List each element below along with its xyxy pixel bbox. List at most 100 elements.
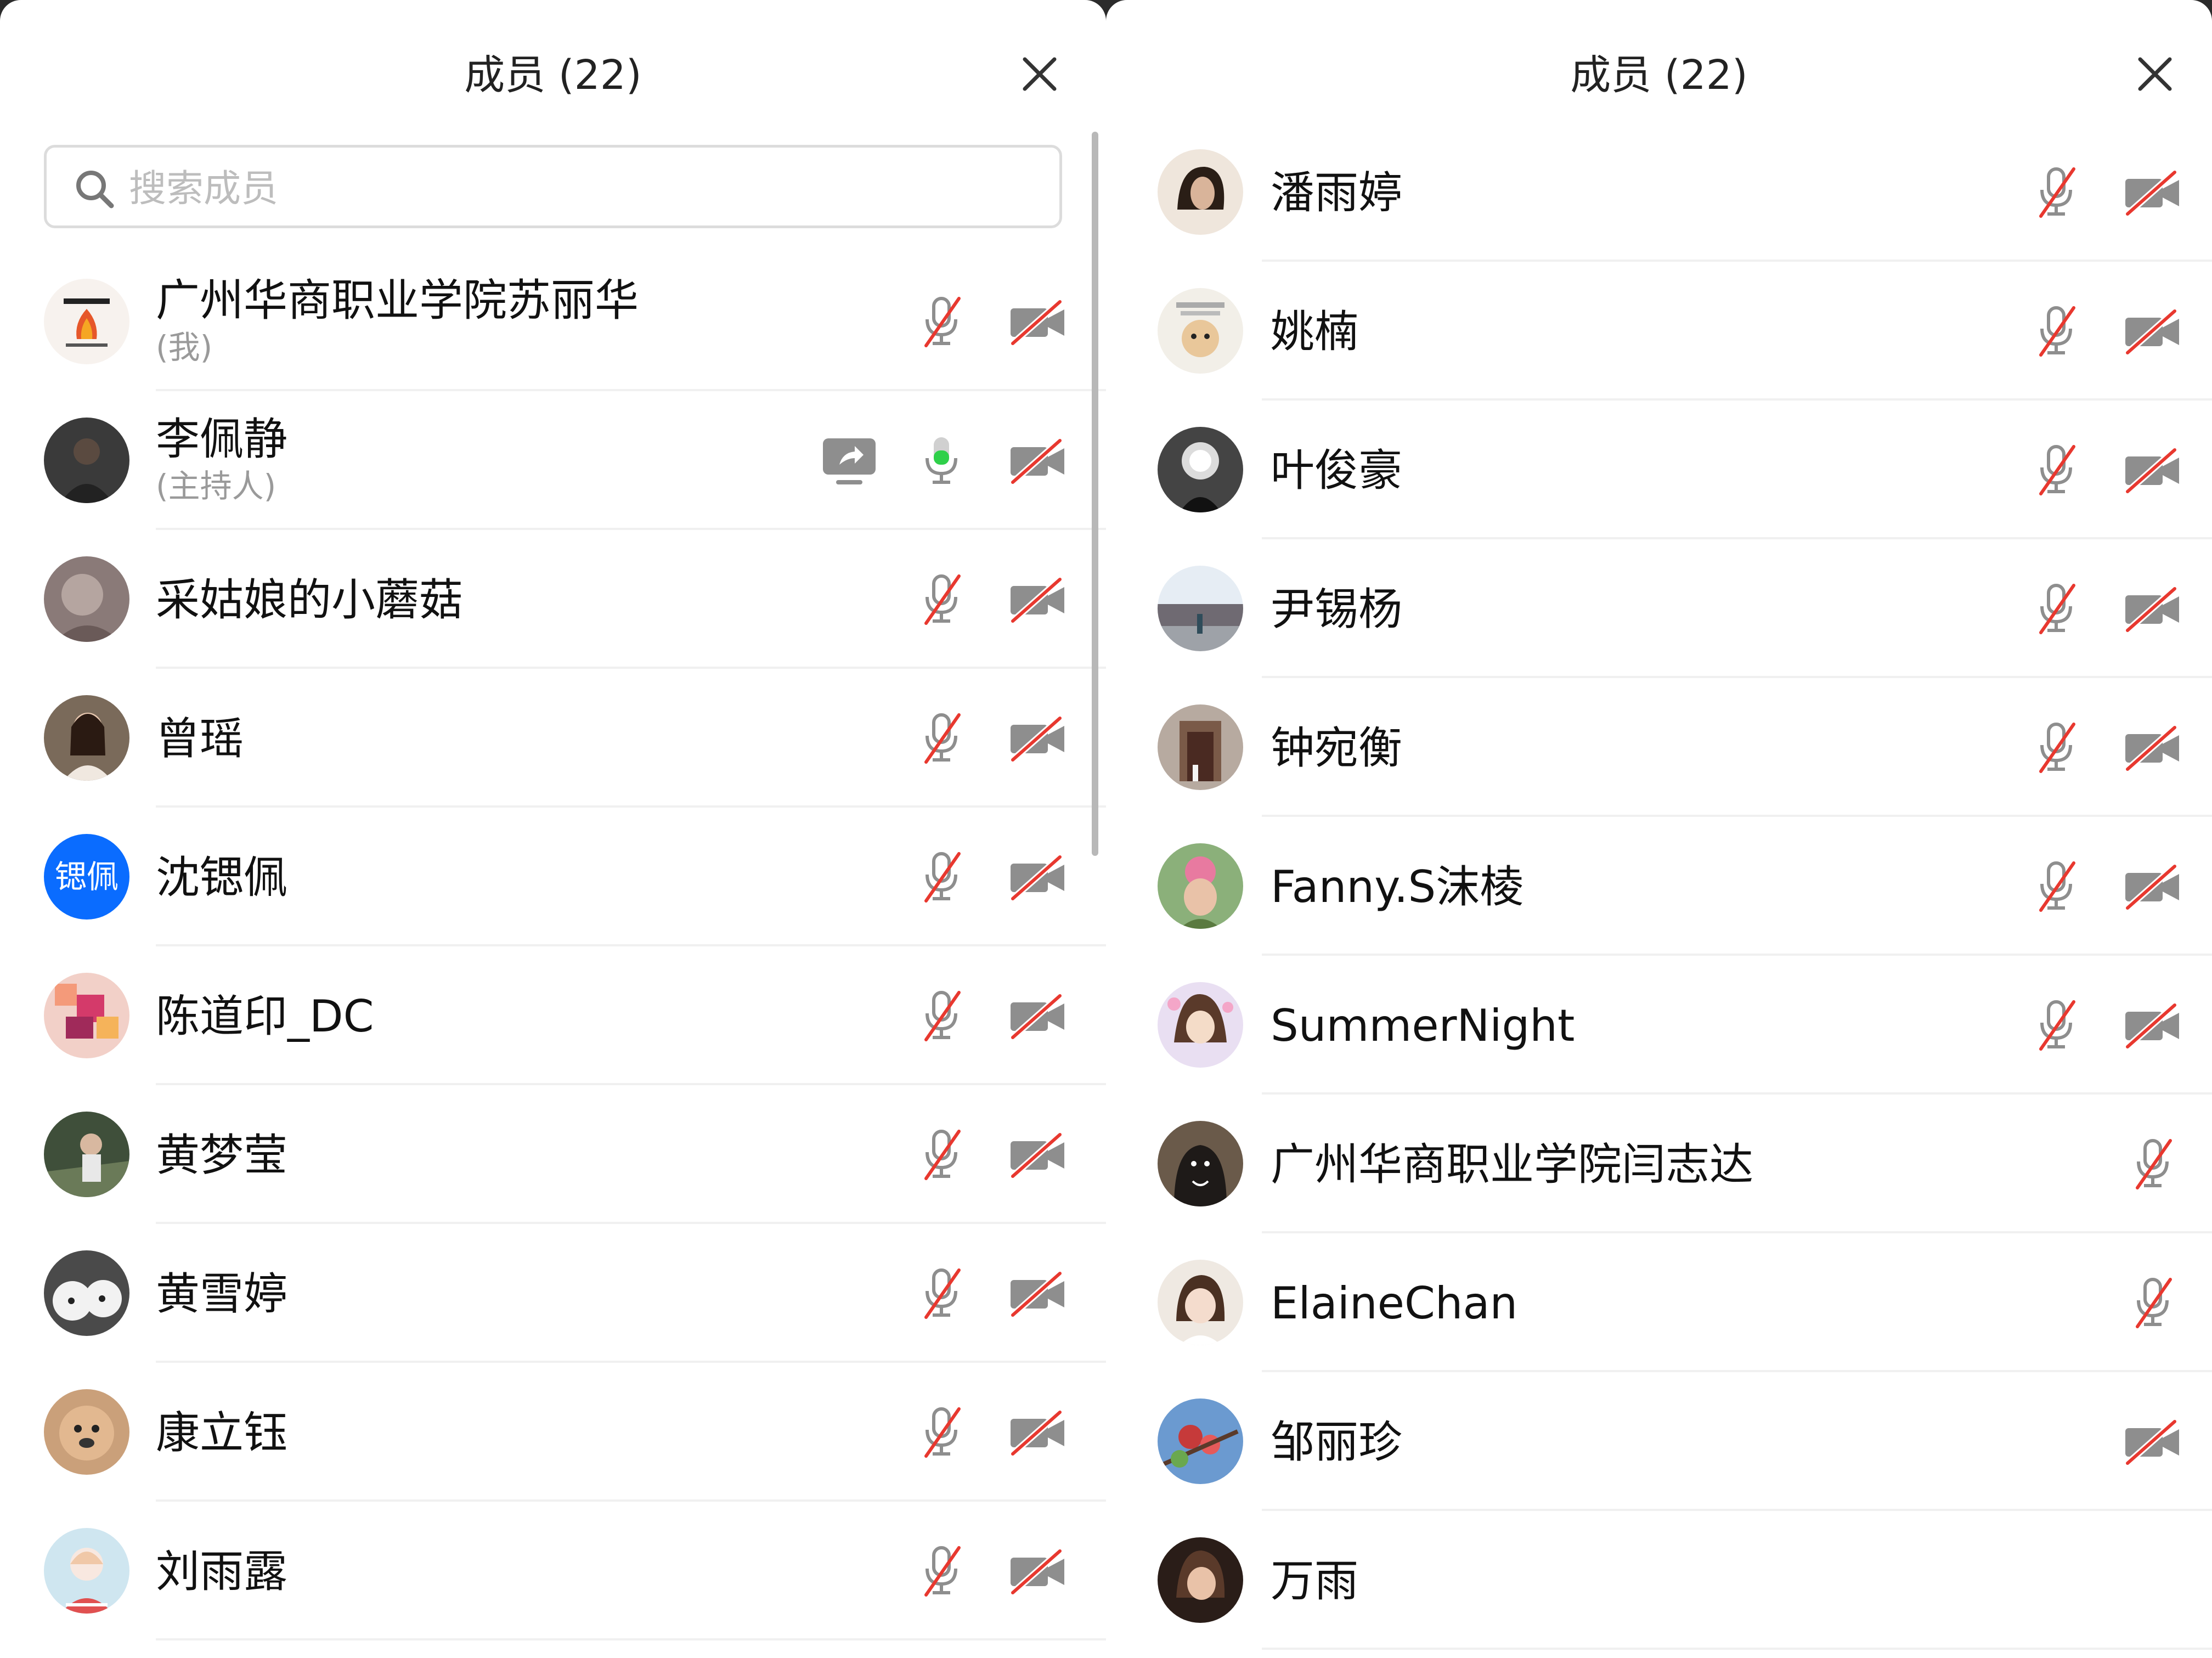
avatar bbox=[1158, 288, 1243, 374]
panel-title: 成员 (22) bbox=[1570, 52, 1748, 99]
member-row[interactable]: 姚楠 bbox=[1106, 262, 2212, 401]
member-name: 李佩静 bbox=[156, 414, 287, 465]
member-row[interactable]: 钟宛衡 bbox=[1106, 678, 2212, 817]
member-row[interactable]: 采姑娘的小蘑菇 bbox=[0, 530, 1106, 669]
mic-muted-icon[interactable] bbox=[2025, 717, 2087, 778]
avatar bbox=[1158, 982, 1243, 1068]
member-name: 曾瑶 bbox=[156, 713, 244, 764]
camera-off-icon[interactable] bbox=[2122, 439, 2183, 500]
camera-off-icon[interactable] bbox=[1007, 568, 1069, 630]
app-window: 成员 (22) 广州华商职业学院苏丽华 (我) bbox=[0, 0, 2212, 1658]
member-row[interactable]: 邹丽珍 bbox=[1106, 1372, 2212, 1511]
avatar bbox=[44, 279, 129, 364]
member-row[interactable]: 锶佩 沈锶佩 bbox=[0, 808, 1106, 946]
mic-muted-icon[interactable] bbox=[911, 707, 972, 769]
mic-muted-icon[interactable] bbox=[911, 291, 972, 352]
camera-off-icon[interactable] bbox=[2122, 300, 2183, 362]
avatar bbox=[1158, 427, 1243, 512]
member-row[interactable]: Fanny.S沫棱 bbox=[1106, 817, 2212, 956]
camera-off-icon[interactable] bbox=[1007, 291, 1069, 352]
mic-muted-icon[interactable] bbox=[2025, 439, 2087, 500]
mic-muted-icon[interactable] bbox=[911, 1124, 972, 1185]
mic-muted-icon[interactable] bbox=[2025, 578, 2087, 639]
mic-muted-icon[interactable] bbox=[911, 846, 972, 907]
member-name: ElaineChan bbox=[1271, 1278, 1518, 1329]
mic-active-icon[interactable] bbox=[911, 430, 972, 491]
members-panel-left: 成员 (22) 广州华商职业学院苏丽华 (我) bbox=[0, 0, 1106, 1658]
camera-off-icon[interactable] bbox=[2122, 1411, 2183, 1472]
member-row[interactable]: 陈道印_DC bbox=[0, 946, 1106, 1085]
member-list: 潘雨婷 姚楠 叶俊豪 尹锡杨 钟宛衡 Fanny.S沫棱 SummerNight… bbox=[1106, 123, 2212, 1650]
member-name: 广州华商职业学院闫志达 bbox=[1271, 1139, 1753, 1190]
camera-off-icon[interactable] bbox=[1007, 1262, 1069, 1324]
member-row[interactable]: 康立钰 bbox=[0, 1363, 1106, 1502]
member-name: 黄梦莹 bbox=[156, 1130, 287, 1181]
member-name: 尹锡杨 bbox=[1271, 584, 1402, 635]
member-row[interactable]: 曾瑶 bbox=[0, 669, 1106, 808]
member-row[interactable]: 尹锡杨 bbox=[1106, 539, 2212, 678]
member-row[interactable]: 叶俊豪 bbox=[1106, 401, 2212, 539]
camera-off-icon[interactable] bbox=[2122, 855, 2183, 917]
member-row[interactable]: 黄梦莹 bbox=[0, 1085, 1106, 1224]
member-row[interactable]: ElaineChan bbox=[1106, 1233, 2212, 1372]
mic-muted-icon[interactable] bbox=[2122, 1133, 2183, 1194]
camera-off-icon[interactable] bbox=[2122, 578, 2183, 639]
mic-muted-icon[interactable] bbox=[2122, 1272, 2183, 1333]
member-name: 广州华商职业学院苏丽华 bbox=[156, 275, 639, 326]
camera-off-icon[interactable] bbox=[1007, 1401, 1069, 1463]
search-icon bbox=[73, 167, 117, 211]
search-input[interactable] bbox=[128, 161, 1008, 217]
camera-off-icon[interactable] bbox=[1007, 846, 1069, 907]
screen-share-icon[interactable] bbox=[819, 430, 880, 491]
member-role: (主持人) bbox=[156, 467, 276, 505]
member-name: 黄雪婷 bbox=[156, 1268, 287, 1319]
avatar bbox=[44, 1112, 129, 1197]
camera-off-icon[interactable] bbox=[1007, 430, 1069, 491]
avatar bbox=[44, 695, 129, 781]
members-panel-right: 成员 (22) 潘雨婷 姚楠 叶俊豪 尹锡杨 钟宛衡 Fanny.S沫棱 Sum… bbox=[1106, 0, 2212, 1658]
search-box[interactable] bbox=[44, 145, 1062, 228]
camera-off-icon[interactable] bbox=[1007, 1540, 1069, 1601]
mic-muted-icon[interactable] bbox=[911, 1262, 972, 1324]
mic-muted-icon[interactable] bbox=[911, 1401, 972, 1463]
avatar bbox=[44, 1389, 129, 1475]
mic-muted-icon[interactable] bbox=[911, 985, 972, 1046]
panel-title: 成员 (22) bbox=[464, 52, 642, 99]
member-name: 万雨 bbox=[1271, 1555, 1358, 1606]
camera-off-icon[interactable] bbox=[2122, 161, 2183, 223]
member-row[interactable]: 李佩静 (主持人) bbox=[0, 391, 1106, 530]
member-name: 叶俊豪 bbox=[1271, 445, 1402, 496]
mic-muted-icon[interactable] bbox=[911, 568, 972, 630]
scrollbar[interactable] bbox=[1092, 132, 1098, 856]
member-name: 潘雨婷 bbox=[1271, 167, 1402, 218]
member-name: 邹丽珍 bbox=[1271, 1417, 1402, 1468]
avatar: 锶佩 bbox=[44, 834, 129, 920]
close-icon[interactable] bbox=[2136, 55, 2174, 93]
close-icon[interactable] bbox=[1020, 55, 1059, 93]
member-name: 采姑娘的小蘑菇 bbox=[156, 574, 463, 625]
avatar bbox=[1158, 1537, 1243, 1623]
mic-muted-icon[interactable] bbox=[2025, 994, 2087, 1056]
mic-muted-icon[interactable] bbox=[2025, 161, 2087, 223]
member-row[interactable]: 万雨 bbox=[1106, 1511, 2212, 1650]
mic-muted-icon[interactable] bbox=[2025, 300, 2087, 362]
mic-muted-icon[interactable] bbox=[911, 1540, 972, 1601]
member-row[interactable]: 刘雨露 bbox=[0, 1502, 1106, 1640]
member-row[interactable]: SummerNight bbox=[1106, 956, 2212, 1095]
camera-off-icon[interactable] bbox=[1007, 707, 1069, 769]
camera-off-icon[interactable] bbox=[2122, 717, 2183, 778]
member-row[interactable]: 黄雪婷 bbox=[0, 1224, 1106, 1363]
mic-muted-icon[interactable] bbox=[2025, 855, 2087, 917]
camera-off-icon[interactable] bbox=[1007, 1124, 1069, 1185]
camera-off-icon[interactable] bbox=[2122, 994, 2183, 1056]
avatar bbox=[44, 556, 129, 642]
member-row[interactable]: 潘雨婷 bbox=[1106, 123, 2212, 262]
member-list: 广州华商职业学院苏丽华 (我) 李佩静 (主持人) 采姑娘的小蘑菇 曾瑶 锶佩 … bbox=[0, 252, 1106, 1640]
camera-off-icon[interactable] bbox=[1007, 985, 1069, 1046]
member-name: Fanny.S沫棱 bbox=[1271, 861, 1524, 912]
divider bbox=[156, 1638, 1106, 1640]
member-row[interactable]: 广州华商职业学院苏丽华 (我) bbox=[0, 252, 1106, 391]
avatar bbox=[44, 418, 129, 503]
member-row[interactable]: 广州华商职业学院闫志达 bbox=[1106, 1095, 2212, 1233]
member-name: 姚楠 bbox=[1271, 306, 1358, 357]
